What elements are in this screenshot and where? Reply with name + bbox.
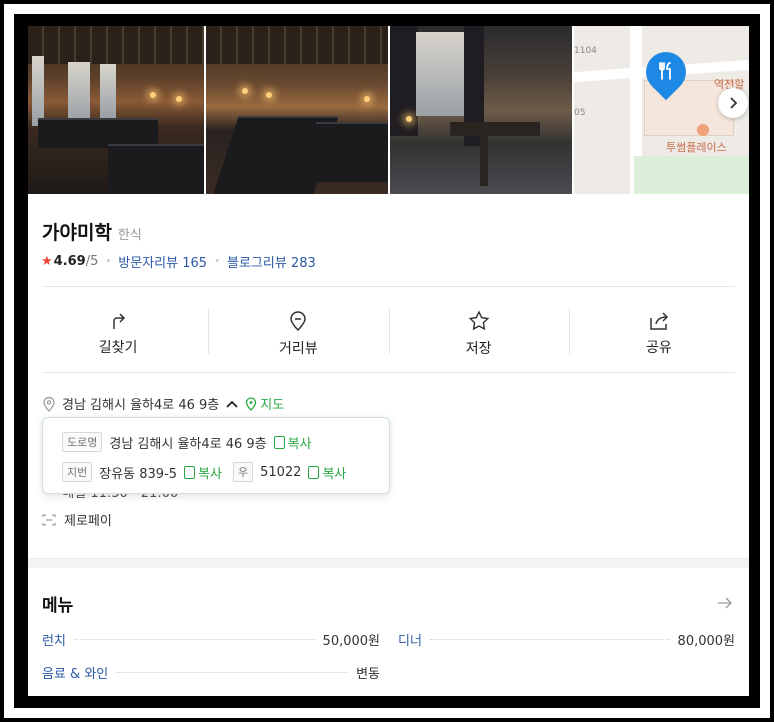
copy-icon bbox=[184, 465, 196, 479]
photo-next-button[interactable] bbox=[718, 88, 748, 118]
action-bar: 길찾기 거리뷰 저장 공유 bbox=[28, 292, 749, 376]
photo-1[interactable] bbox=[28, 26, 204, 194]
menu-item[interactable]: 디너 80,000원 bbox=[398, 630, 735, 649]
map-link[interactable]: 지도 bbox=[245, 394, 284, 413]
directions-icon bbox=[113, 313, 126, 329]
place-name: 가야미학 bbox=[42, 222, 112, 244]
title-row: 가야미학 한식 bbox=[42, 218, 142, 245]
menu-item[interactable]: 음료 & 와인 변동 bbox=[42, 663, 380, 682]
map-thumbnail[interactable]: 1104 05 역전할 투썸플레이스 bbox=[574, 26, 749, 194]
photo-strip: 1104 05 역전할 투썸플레이스 bbox=[28, 26, 749, 194]
photo-3[interactable] bbox=[390, 26, 572, 194]
share-icon bbox=[650, 312, 668, 330]
rating-row: ★ 4.69/5 • 방문자리뷰 165 • 블로그리뷰 283 bbox=[41, 252, 316, 271]
rating: 4.69/5 bbox=[53, 254, 99, 269]
copy-icon bbox=[273, 435, 285, 449]
map-number-2: 05 bbox=[574, 108, 586, 118]
location-pin-icon bbox=[43, 396, 55, 412]
lot-address-row: 지번 장유동 839-5 복사 우 51022 복사 bbox=[62, 462, 346, 482]
place-card: 1104 05 역전할 투썸플레이스 가야미학 한식 ★ 4.69/5 • 방문… bbox=[28, 26, 749, 696]
zeropay-row: 제로페이 bbox=[42, 510, 112, 529]
star-icon: ★ bbox=[41, 254, 53, 269]
chevron-right-icon bbox=[730, 97, 738, 109]
photo-2[interactable] bbox=[206, 26, 388, 194]
address-detail-popup: 도로명 경남 김해시 율하4로 46 9층 복사 지번 장유동 839-5 복사… bbox=[42, 417, 390, 494]
zip-code: 51022 bbox=[260, 464, 302, 480]
cafe-poi-icon bbox=[697, 124, 709, 136]
chevron-up-icon[interactable] bbox=[225, 399, 239, 409]
street-view-icon bbox=[290, 311, 307, 332]
divider bbox=[42, 286, 735, 287]
section-divider bbox=[28, 558, 749, 568]
street-view-button[interactable]: 거리뷰 bbox=[208, 292, 388, 376]
copy-icon bbox=[308, 465, 320, 479]
arrow-right-icon bbox=[718, 597, 732, 609]
share-button[interactable]: 공유 bbox=[568, 292, 749, 376]
address-text: 경남 김해시 율하4로 46 9층 bbox=[62, 398, 220, 413]
blog-reviews-link[interactable]: 블로그리뷰 283 bbox=[227, 252, 316, 271]
copy-zip-button[interactable]: 복사 bbox=[308, 463, 346, 482]
directions-button[interactable]: 길찾기 bbox=[28, 292, 208, 376]
lot-address: 장유동 839-5 bbox=[99, 466, 178, 482]
map-label-twosome: 투썸플레이스 bbox=[666, 141, 727, 154]
zeropay-icon bbox=[42, 513, 56, 526]
address-row: 경남 김해시 율하4로 46 9층 지도 bbox=[42, 394, 284, 413]
road-tag: 도로명 bbox=[62, 432, 103, 452]
star-outline-icon bbox=[468, 310, 489, 331]
map-number-1: 1104 bbox=[574, 46, 597, 56]
copy-lot-button[interactable]: 복사 bbox=[184, 463, 222, 482]
lot-tag: 지번 bbox=[62, 462, 93, 482]
menu-item[interactable]: 런치 50,000원 bbox=[42, 630, 380, 649]
road-address-row: 도로명 경남 김해시 율하4로 46 9층 복사 bbox=[62, 432, 312, 452]
menu-more-button[interactable] bbox=[717, 594, 733, 613]
divider bbox=[42, 372, 735, 373]
place-category: 한식 bbox=[117, 228, 142, 243]
menu-title: 메뉴 bbox=[42, 596, 74, 616]
visitor-reviews-link[interactable]: 방문자리뷰 165 bbox=[118, 252, 207, 271]
restaurant-icon bbox=[654, 60, 678, 82]
road-address: 경남 김해시 율하4로 46 9층 bbox=[109, 436, 267, 452]
save-button[interactable]: 저장 bbox=[388, 292, 569, 376]
copy-road-button[interactable]: 복사 bbox=[273, 433, 312, 452]
map-pin-small-icon bbox=[246, 396, 257, 411]
zip-tag: 우 bbox=[232, 462, 254, 482]
